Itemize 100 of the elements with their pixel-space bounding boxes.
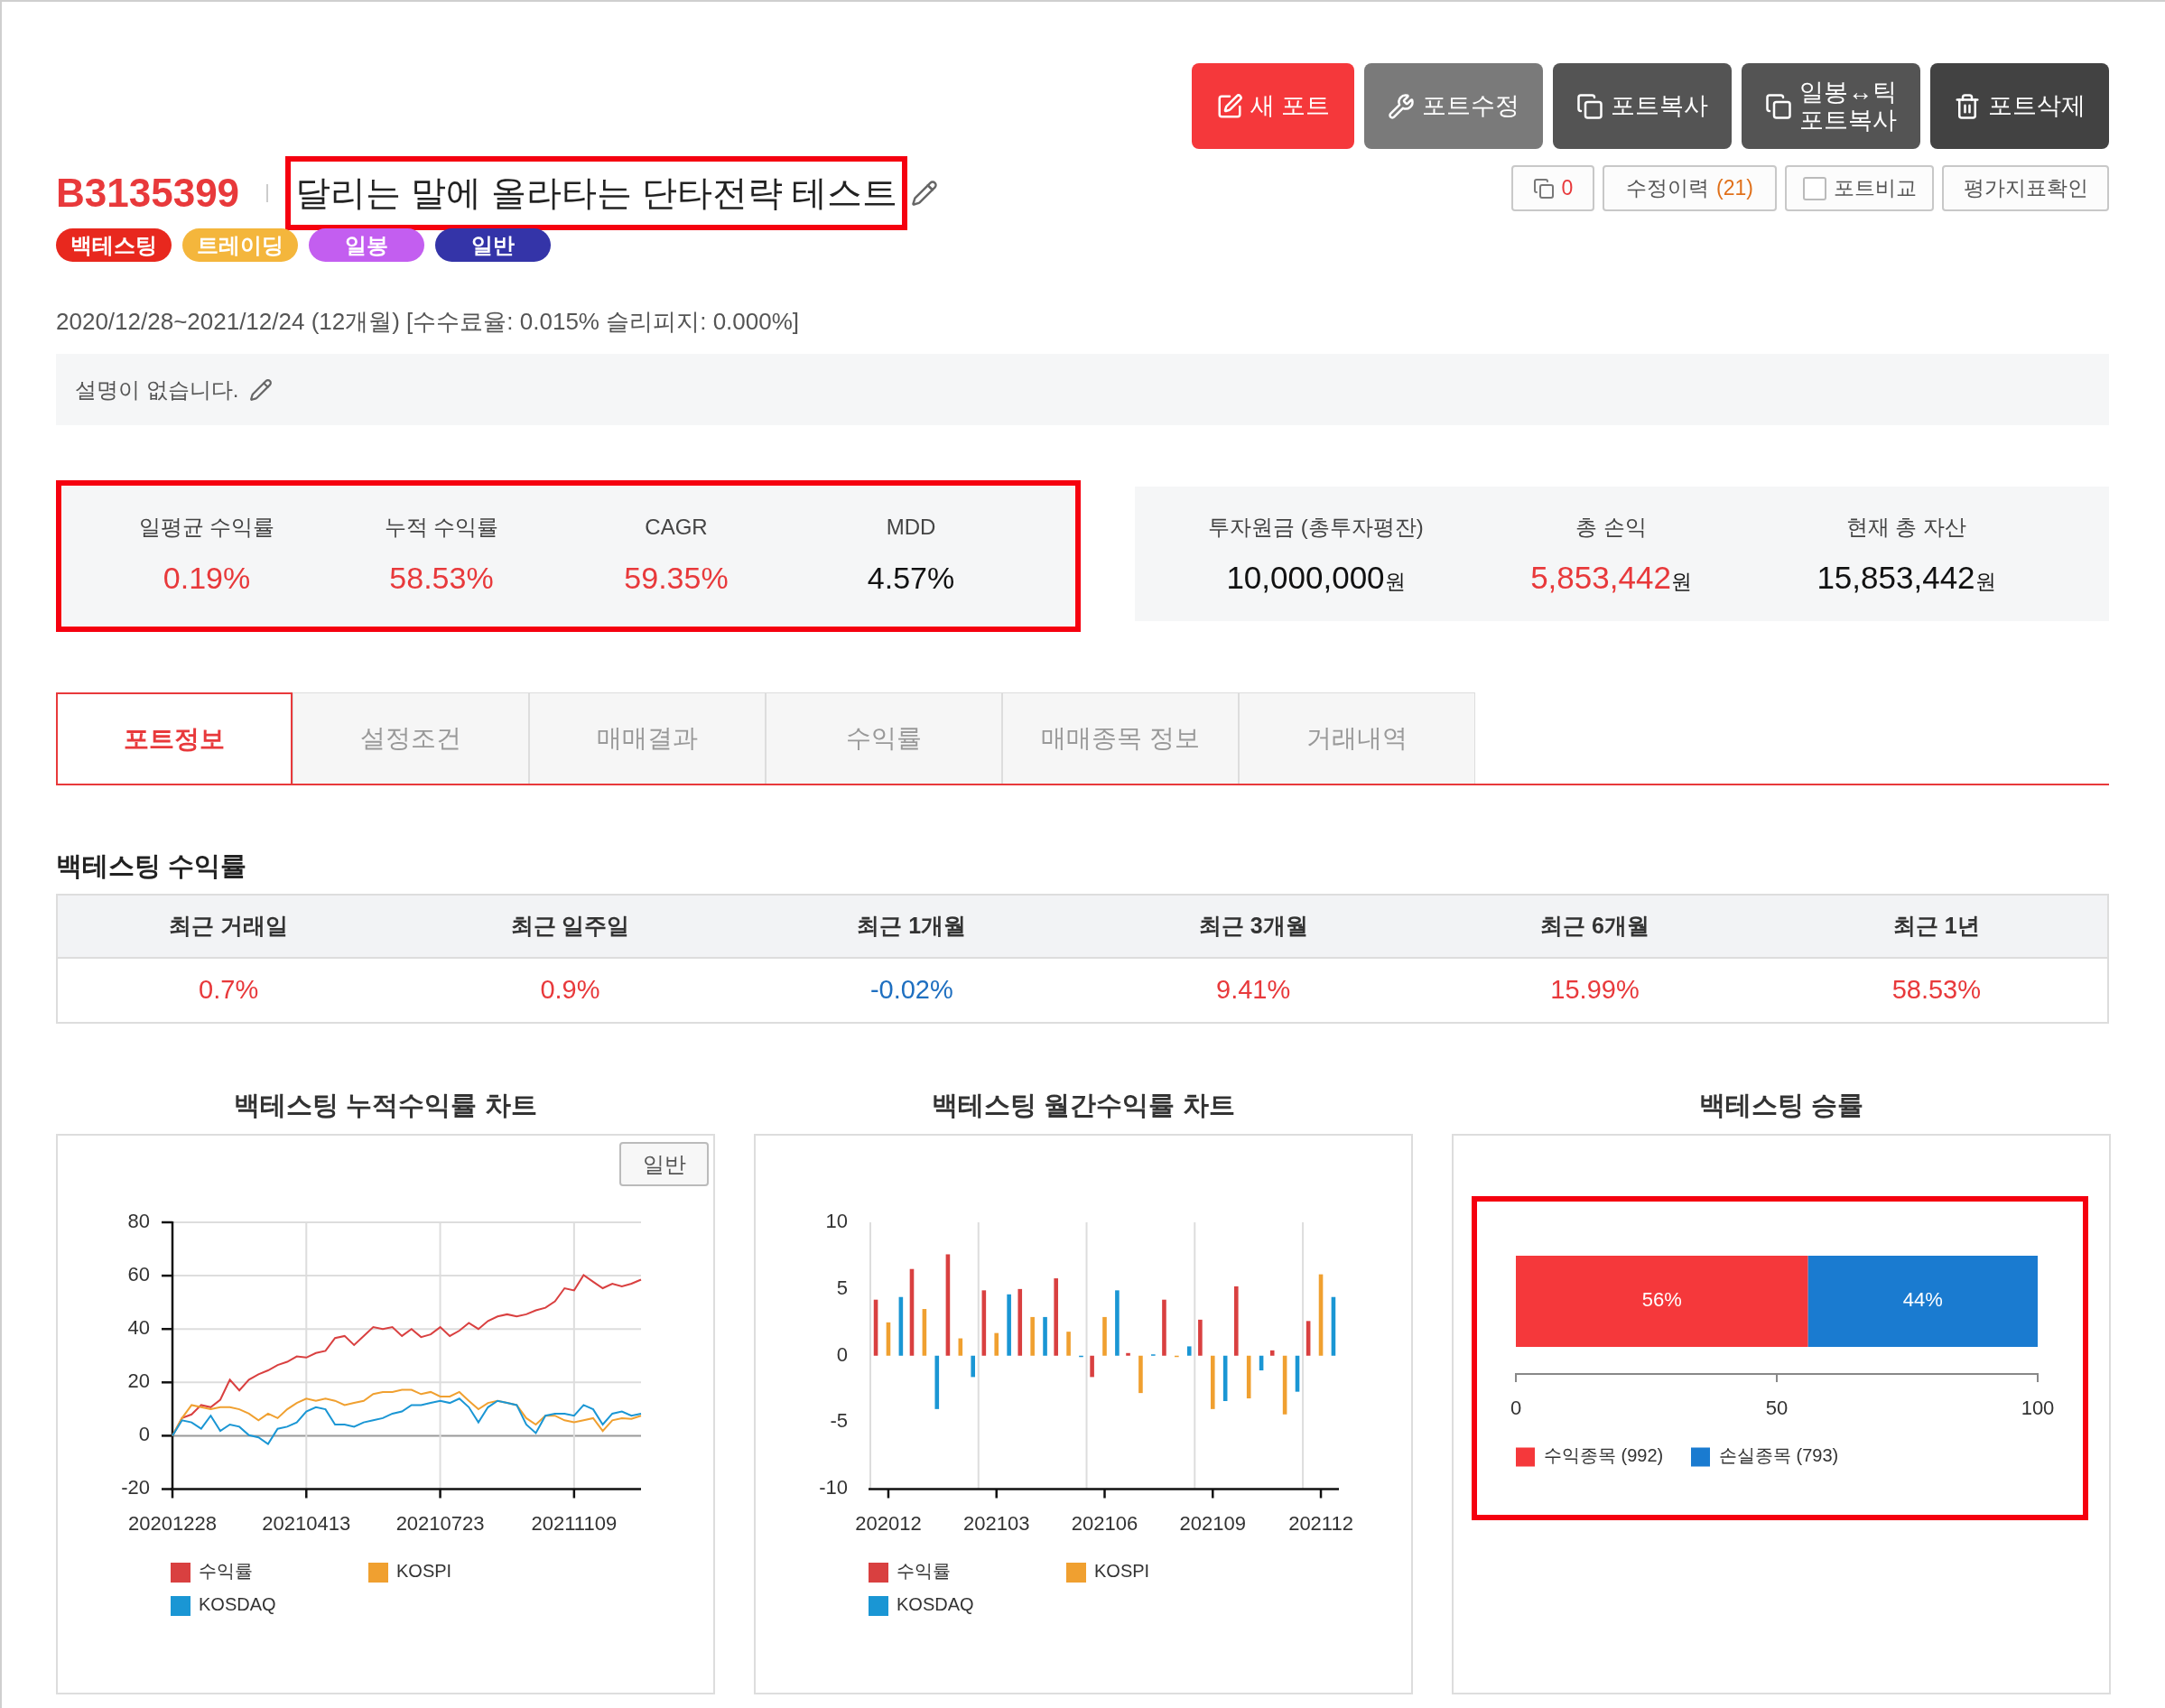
summary-label: 투자원금 (총투자평잔) (1208, 514, 1424, 541)
axis-label: 202103 (963, 1511, 1030, 1535)
chart-mode-button[interactable]: 일반 (619, 1142, 709, 1186)
chart-bar (1175, 1355, 1179, 1358)
chart-bar (873, 1299, 878, 1356)
compare-button[interactable]: 포트비교 (1785, 165, 1934, 211)
summary-value: 15,853,442 (1817, 560, 1975, 596)
header-cell-text: 최근 거래일 (168, 912, 290, 941)
legend-label: KOSDAQ (897, 1594, 974, 1615)
tab[interactable]: 설정조건 (293, 692, 529, 784)
axis-label: 20211109 (531, 1511, 618, 1535)
chart-bar (971, 1355, 975, 1378)
trash-icon (1954, 92, 1981, 120)
header-cell-text: 최근 3개월 (1197, 912, 1309, 941)
axis-label: -10 (819, 1476, 848, 1499)
section-title: 백테스팅 수익률 (56, 850, 248, 882)
tag: 일봉 (309, 228, 424, 262)
portfolio-title: 달리는 말에 올라타는 단타전략 테스트 (295, 172, 898, 214)
toolbar-button[interactable]: 포트수정 (1364, 63, 1543, 149)
chart-bar (1306, 1321, 1311, 1356)
chart-bar (1126, 1352, 1130, 1356)
tag: 일반 (435, 228, 551, 262)
currency-unit: 원 (1975, 569, 1996, 595)
period-text: 2020/12/28~2021/12/24 (12개월) [수수료율: 0.015% 슬리피지: 0.000%] (56, 307, 801, 337)
evaluation-button[interactable]: 평가지표확인 (1942, 165, 2109, 211)
tab[interactable]: 포트정보 (56, 692, 293, 784)
axis-label: 10 (825, 1209, 848, 1232)
summary-value: 10,000,000 (1226, 560, 1385, 596)
currency-unit: 원 (1384, 569, 1406, 595)
toolbar-button[interactable]: 새 포트 (1192, 63, 1354, 149)
wrench-icon (1388, 92, 1415, 120)
table-cell-text: -0.02% (869, 974, 954, 1007)
toolbar-button[interactable]: 포트삭제 (1930, 63, 2109, 149)
axis-label: 5 (836, 1276, 848, 1299)
chart-bar (1186, 1346, 1192, 1356)
tag: 백테스팅 (56, 228, 172, 262)
summary-label: 총 손익 (1575, 514, 1647, 541)
currency-unit: 원 (1670, 569, 1692, 595)
chart-bar (1138, 1355, 1143, 1394)
legend-label: KOSPI (396, 1561, 452, 1582)
chart-bar (1331, 1296, 1336, 1356)
summary-value: 5,853,442 (1530, 560, 1671, 596)
chart-bar (1222, 1355, 1228, 1401)
header-cell-text: 최근 1년 (1891, 912, 1981, 941)
chart-bar (1295, 1355, 1300, 1392)
header-cell-text: 최근 6개월 (1539, 912, 1650, 941)
chart-bar (1090, 1355, 1094, 1378)
checkbox[interactable] (1802, 176, 1826, 200)
tag: 트레이딩 (182, 228, 298, 262)
table-cell-text: 58.53% (1891, 974, 1982, 1007)
metric-value: 4.57% (867, 560, 955, 596)
axis-label: 0 (1510, 1396, 1522, 1419)
chart-bar (1269, 1350, 1275, 1356)
tab[interactable]: 수익률 (766, 692, 1002, 784)
axis-label: 202012 (855, 1511, 922, 1535)
copy-icon (1576, 92, 1603, 120)
chart-bar (994, 1332, 999, 1356)
toolbar-button[interactable]: 포트복사 (1553, 63, 1732, 149)
legend-label: KOSPI (1094, 1561, 1150, 1582)
chart-bar (1066, 1332, 1071, 1356)
axis-label: 202112 (1288, 1511, 1353, 1535)
pencil-icon[interactable] (249, 377, 274, 402)
copy-count-button[interactable]: 0 (1511, 165, 1594, 211)
axis-label: 202106 (1071, 1511, 1138, 1535)
legend-label: 수익종목 (992) (1544, 1445, 1664, 1466)
toolbar-button[interactable]: 일봉↔틱 포트복사 (1742, 63, 1920, 149)
axis-label: -20 (121, 1476, 150, 1499)
copy-icon (1765, 92, 1792, 120)
axis-label: 20210723 (395, 1511, 485, 1535)
legend-label: 수익률 (897, 1561, 951, 1582)
portfolio-id: B3135399 (56, 170, 240, 217)
metric-value: 59.35% (624, 560, 729, 596)
value-label: 56% (1641, 1288, 1682, 1312)
chart-title: 백테스팅 누적수익률 차트 (233, 1090, 538, 1121)
chart-bar (934, 1355, 940, 1409)
tab[interactable]: 매매종목 정보 (1002, 692, 1239, 784)
axis-label: 60 (127, 1262, 150, 1286)
metric-value: 58.53% (389, 560, 494, 596)
chart-bar (1246, 1355, 1251, 1399)
axis-label: 20210413 (262, 1511, 351, 1535)
pencil-icon[interactable] (911, 180, 939, 207)
table-cell-text: 0.9% (539, 974, 601, 1007)
chart-bar (1102, 1316, 1107, 1356)
history-button[interactable]: 수정이력 (21) (1603, 165, 1777, 211)
axis-label: 0 (138, 1423, 150, 1446)
legend-label: 손실종목 (793) (1719, 1445, 1839, 1466)
table-cell-text: 0.7% (198, 974, 260, 1007)
tab[interactable]: 거래내역 (1239, 692, 1475, 784)
metric-label: 누적 수익률 (384, 514, 499, 541)
tab[interactable]: 매매결과 (529, 692, 766, 784)
chart-bar (1007, 1294, 1011, 1356)
description-text: 설명이 없습니다. (75, 376, 239, 404)
table-cell-text: 15.99% (1549, 974, 1640, 1007)
chart-bar (1079, 1355, 1083, 1358)
metric-label: MDD (886, 514, 936, 541)
value-label: 44% (1902, 1288, 1943, 1312)
chart-bar (1259, 1355, 1264, 1370)
chart-bar (1030, 1316, 1035, 1356)
chart-bar (1282, 1355, 1287, 1415)
chart-bar (1162, 1299, 1166, 1356)
